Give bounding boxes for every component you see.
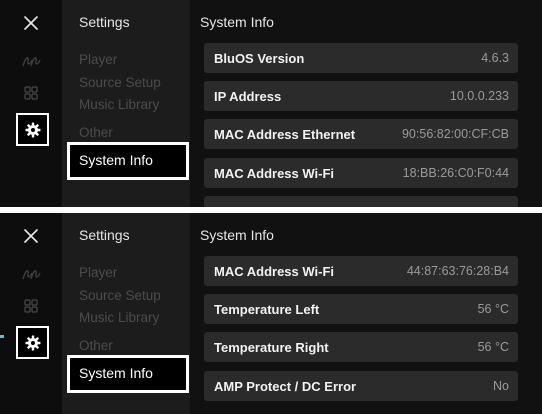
info-row-value: 56 °C [477, 340, 509, 354]
info-row-label: MAC Address Wi-Fi [214, 263, 335, 279]
bluos-logo-icon [22, 57, 41, 67]
info-row: MAC Address Ethernet 90:56:82:00:CF:CB [204, 119, 518, 149]
info-row-value: 4.6.3 [481, 51, 509, 65]
info-row-value: 56 °C [477, 302, 509, 316]
close-button[interactable] [0, 223, 62, 249]
system-info-panel: System Info BluOS Version 4.6.3 IP Addre… [190, 0, 542, 207]
library-button[interactable] [0, 293, 62, 319]
info-row-value: 44:87:63:76:28:B4 [406, 264, 509, 278]
close-icon [24, 229, 38, 243]
icon-sidebar [0, 0, 62, 207]
info-row: Temperature Left 56 °C [204, 294, 518, 324]
nav-item-system-info[interactable]: System Info [67, 142, 189, 180]
grid-icon [24, 86, 38, 100]
nav-item-other[interactable]: Other [79, 338, 113, 353]
nav-item-player[interactable]: Player [79, 265, 117, 280]
nav-title: Settings [79, 14, 130, 30]
system-info-panel: System Info MAC Address Wi-Fi 44:87:63:7… [190, 213, 542, 414]
bluos-button[interactable] [0, 48, 62, 74]
info-row: Temperature Right 56 °C [204, 332, 518, 362]
info-row-label: AMP Protect / DC Error [214, 378, 357, 394]
info-row-value: 18:BB:26:C0:F0:44 [402, 166, 509, 180]
bluos-logo-icon [22, 270, 41, 280]
settings-button[interactable] [16, 326, 49, 359]
nav-item-source-setup[interactable]: Source Setup [79, 75, 161, 90]
info-row: MAC Address Wi-Fi 18:BB:26:C0:F0:44 [204, 158, 518, 188]
bluos-button[interactable] [0, 261, 62, 287]
info-row-label: MAC Address Wi-Fi [214, 165, 335, 181]
info-row-value: 90:56:82:00:CF:CB [401, 127, 509, 141]
page-title: System Info [200, 14, 274, 30]
grid-icon [24, 299, 38, 313]
info-row-partial [204, 196, 518, 207]
edge-marker [0, 335, 4, 338]
nav-item-source-setup[interactable]: Source Setup [79, 288, 161, 303]
info-row-label: BluOS Version [214, 50, 305, 66]
icon-sidebar [0, 213, 62, 414]
library-button[interactable] [0, 80, 62, 106]
info-row-value: No [493, 379, 509, 393]
gear-icon [25, 122, 40, 137]
settings-nav: Settings Player Source Setup Music Libra… [62, 0, 190, 207]
screen-2: Settings Player Source Setup Music Libra… [0, 213, 542, 414]
settings-nav: Settings Player Source Setup Music Libra… [62, 213, 190, 414]
close-button[interactable] [0, 10, 62, 36]
info-row: MAC Address Wi-Fi 44:87:63:76:28:B4 [204, 256, 518, 286]
screen-1: Settings Player Source Setup Music Libra… [0, 0, 542, 207]
nav-item-player[interactable]: Player [79, 52, 117, 67]
info-row-value: 10.0.0.233 [449, 89, 509, 103]
page-title: System Info [200, 227, 274, 243]
nav-item-other[interactable]: Other [79, 125, 113, 140]
info-row: IP Address 10.0.0.233 [204, 81, 518, 111]
nav-title: Settings [79, 227, 130, 243]
close-icon [24, 16, 38, 30]
info-row-label: Temperature Right [214, 339, 329, 355]
gear-icon [25, 335, 40, 350]
settings-button[interactable] [16, 113, 49, 146]
info-row-label: Temperature Left [214, 301, 320, 317]
info-row-label: IP Address [214, 88, 282, 104]
nav-item-system-info[interactable]: System Info [67, 355, 189, 393]
nav-item-music-library[interactable]: Music Library [79, 97, 159, 112]
info-row-label: MAC Address Ethernet [214, 126, 356, 142]
info-row: BluOS Version 4.6.3 [204, 43, 518, 73]
nav-item-music-library[interactable]: Music Library [79, 310, 159, 325]
info-row: AMP Protect / DC Error No [204, 371, 518, 401]
